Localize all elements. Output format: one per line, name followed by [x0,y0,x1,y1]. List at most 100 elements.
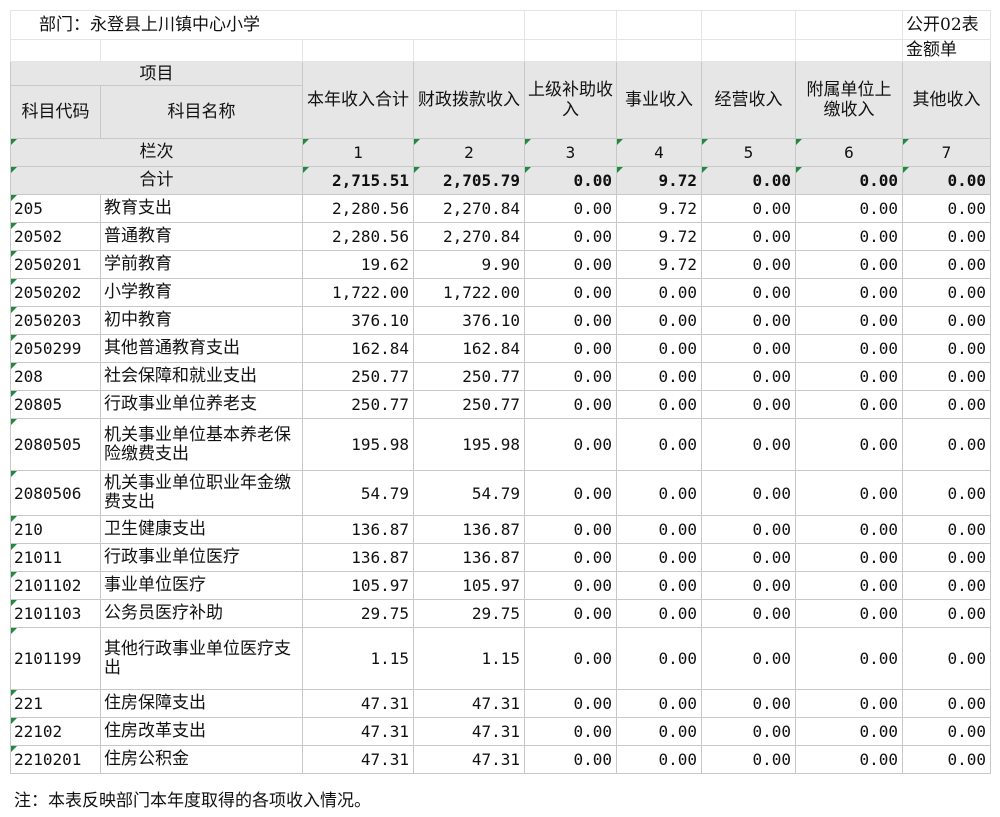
income-table: 部门：永登县上川镇中心小学 公开02表 金额单 项目 本年收入合计 财政拨款收入… [10,10,991,774]
row-value: 0.00 [795,599,903,628]
row-value: 0.00 [902,418,991,471]
row-value: 0.00 [616,470,702,516]
row-value: 162.84 [413,334,525,363]
table-row: 20805 行政事业单位养老支 250.77 250.77 0.00 0.00 0.00 0.… [10,390,991,419]
row-value: 0.00 [902,543,991,572]
row-value: 0.00 [701,717,796,746]
row-value: 0.00 [902,222,991,251]
table-row: 21011 行政事业单位医疗 136.87 136.87 0.00 0.00 0.00 0.0… [10,543,991,572]
row-value: 0.00 [524,470,617,516]
row-value: 0.00 [616,418,702,471]
row-value: 47.31 [413,689,525,718]
row-code: 20805 [10,390,101,419]
row-value: 47.31 [302,689,414,718]
row-value: 0.00 [701,362,796,391]
row-value: 9.90 [413,250,525,279]
row-value: 0.00 [795,390,903,419]
table-row: 2080506 机关事业单位职业年金缴费支出 54.79 54.79 0.00 0.00 0… [10,470,991,516]
row-value: 1.15 [302,627,414,690]
row-value: 0.00 [524,515,617,544]
row-value: 47.31 [302,745,414,774]
row-value: 0.00 [795,745,903,774]
row-value: 0.00 [701,390,796,419]
row-value: 136.87 [302,515,414,544]
row-code: 20502 [10,222,101,251]
row-value: 0.00 [701,250,796,279]
col-header-other-income: 其他收入 [902,61,991,139]
row-value: 0.00 [701,599,796,628]
form-code: 公开02表 [902,10,991,40]
row-code: 205 [10,194,101,223]
row-code: 21011 [10,543,101,572]
row-value: 0.00 [524,334,617,363]
row-value: 0.00 [795,250,903,279]
row-value: 0.00 [524,194,617,223]
row-value: 9.72 [616,250,702,279]
table-row: 208 社会保障和就业支出 250.77 250.77 0.00 0.00 0.00 0.00… [10,362,991,391]
row-value: 0.00 [701,543,796,572]
row-value: 0.00 [616,515,702,544]
row-value: 0.00 [524,599,617,628]
row-value: 0.00 [701,306,796,335]
row-value: 0.00 [902,250,991,279]
row-code: 2050201 [10,250,101,279]
row-value: 136.87 [413,515,525,544]
row-value: 250.77 [413,390,525,419]
row-value: 0.00 [616,599,702,628]
table-row: 221 住房保障支出 47.31 47.31 0.00 0.00 0.00 0.00 0.00 [10,689,991,718]
total-row: 合计 2,715.51 2,705.79 0.00 9.72 0.00 0.00… [10,166,991,195]
row-value: 0.00 [616,689,702,718]
row-value: 0.00 [795,278,903,307]
department-label: 部门：永登县上川镇中心小学 [10,10,525,40]
col-header-operating-income: 经营收入 [701,61,796,139]
row-value: 0.00 [902,334,991,363]
total-value: 0.00 [795,166,903,195]
row-value: 0.00 [524,627,617,690]
lanci-number: 1 [302,138,414,167]
lanci-label: 栏次 [10,138,303,167]
row-value: 0.00 [902,390,991,419]
row-value: 376.10 [302,306,414,335]
row-value: 47.31 [413,717,525,746]
row-value: 0.00 [616,571,702,600]
row-code: 2101102 [10,571,101,600]
row-name: 普通教育 [100,222,303,251]
row-value: 0.00 [701,689,796,718]
row-code: 221 [10,689,101,718]
total-value: 0.00 [524,166,617,195]
row-name: 住房改革支出 [100,717,303,746]
row-value: 0.00 [616,627,702,690]
lanci-number: 2 [413,138,525,167]
row-value: 0.00 [902,717,991,746]
row-name: 公务员医疗补助 [100,599,303,628]
row-code: 22102 [10,717,101,746]
lanci-row: 栏次 1 2 3 4 5 6 7 [10,138,991,167]
row-value: 0.00 [795,543,903,572]
col-header-total-income: 本年收入合计 [302,61,414,139]
row-value: 54.79 [302,470,414,516]
total-value: 0.00 [902,166,991,195]
row-value: 9.72 [616,222,702,251]
row-value: 136.87 [413,543,525,572]
row-value: 0.00 [795,334,903,363]
lanci-number: 3 [524,138,617,167]
row-name: 机关事业单位基本养老保险缴费支出 [100,418,303,471]
col-header-name: 科目名称 [100,85,303,139]
row-value: 0.00 [524,418,617,471]
row-value: 0.00 [701,222,796,251]
row-value: 0.00 [902,745,991,774]
col-header-affiliated-units: 附属单位上缴收入 [795,61,903,139]
row-value: 0.00 [902,599,991,628]
row-value: 0.00 [524,745,617,774]
table-row: 2050203 初中教育 376.10 376.10 0.00 0.00 0.00 0.00 0… [10,306,991,335]
table-row: 2101199 其他行政事业单位医疗支出 1.15 1.15 0.00 0.00 0.00 0… [10,627,991,690]
row-value: 2,280.56 [302,222,414,251]
row-code: 2080506 [10,470,101,516]
table-row: 2210201 住房公积金 47.31 47.31 0.00 0.00 0.00 0.00 0.… [10,745,991,774]
row-code: 208 [10,362,101,391]
row-value: 0.00 [524,571,617,600]
lanci-number: 6 [795,138,903,167]
project-header: 项目 [10,61,303,86]
row-value: 0.00 [902,689,991,718]
row-value: 2,280.56 [302,194,414,223]
